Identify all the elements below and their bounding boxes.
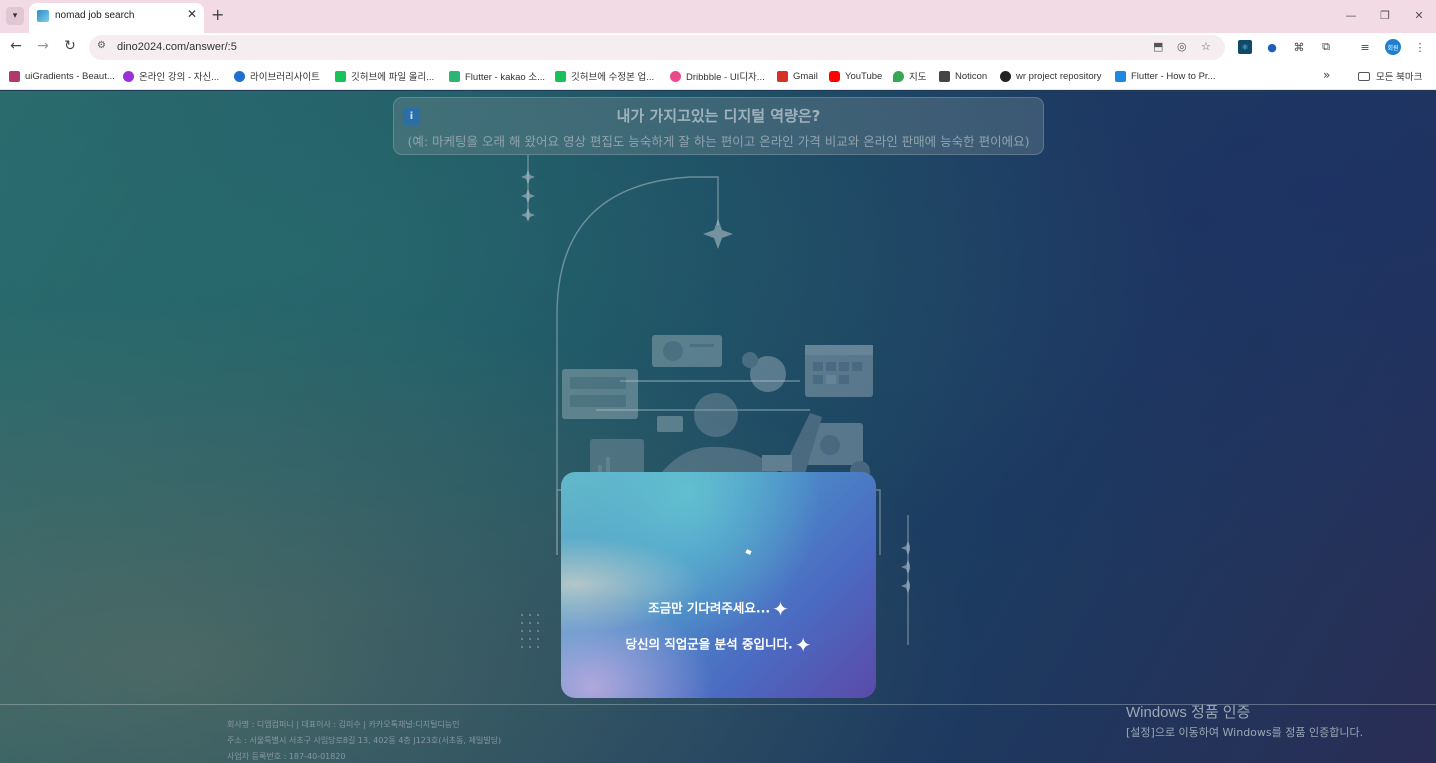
bookmark-item[interactable]: YouTube	[829, 69, 882, 83]
bookmark-favicon-icon	[893, 70, 904, 82]
extensions-puzzle-icon[interactable]: ⧉	[1319, 40, 1333, 54]
menu-kebab-icon[interactable]: ⋮	[1413, 40, 1427, 54]
bookmark-favicon-icon	[234, 70, 245, 82]
folder-icon	[1358, 71, 1370, 81]
bookmark-favicon-icon	[1000, 70, 1011, 82]
window-controls: — ❐ ✕	[1334, 0, 1436, 30]
site-favicon-icon	[37, 10, 49, 22]
windows-activation-watermark: Windows 정품 인증 [설정]으로 이동하여 Windows를 정품 인증…	[1126, 701, 1363, 740]
extension-code-icon[interactable]: ⌘	[1292, 40, 1306, 54]
bookmark-label: 라이브러리사이트	[250, 72, 320, 83]
more-bookmarks-chevron-icon[interactable]: »	[1323, 68, 1330, 82]
bookmark-item[interactable]: Flutter - kakao 소...	[449, 69, 545, 83]
minimize-button[interactable]: —	[1334, 0, 1368, 30]
close-tab-icon[interactable]: ✕	[187, 7, 197, 21]
bookmark-favicon-icon	[829, 70, 840, 82]
tab-title: nomad job search	[55, 10, 135, 21]
bookmark-label: 깃허브에 수정본 업...	[571, 72, 655, 83]
bookmark-favicon-icon	[9, 70, 20, 82]
footer-company-info: 회사명 : 디엠컴퍼니 | 대표이사 : 김미수 | 카카오톡채널:디지털디능인	[227, 720, 460, 729]
bookmark-item[interactable]: Flutter - How to Pr...	[1115, 69, 1215, 83]
bookmark-label: 깃허브에 파일 올리...	[351, 72, 435, 83]
loading-analysis-text: 당신의 직업군을 분석 중입니다.	[625, 636, 793, 652]
bookmark-item[interactable]: Dribbble - UI디자...	[670, 69, 765, 83]
bookmark-item[interactable]: uiGradients - Beaut...	[9, 69, 115, 83]
url-text[interactable]: dino2024.com/answer/:5	[117, 41, 237, 53]
loading-wait-text: 조금만 기다려주세요...	[648, 600, 771, 616]
tab-strip: ▾ nomad job search ✕ + — ❐ ✕	[0, 0, 1436, 33]
bookmark-favicon-icon	[670, 70, 681, 82]
browser-toolbar: ← → ↻ ⚙ dino2024.com/answer/:5 ⬒ ◎ ☆ ⚛ ●…	[0, 33, 1436, 62]
analysis-message: 당신의 직업군을 분석 중입니다. ✦	[561, 633, 876, 657]
all-bookmarks-label: 모든 북마크	[1376, 72, 1423, 83]
active-tab[interactable]: nomad job search ✕	[29, 3, 204, 33]
loading-spinner-icon	[745, 549, 752, 555]
tab-search-button[interactable]: ▾	[6, 7, 24, 25]
forward-button[interactable]: →	[33, 38, 53, 54]
site-info-icon[interactable]: ⚙	[97, 40, 106, 51]
bookmark-label: YouTube	[845, 70, 883, 82]
sparkle-icon: ✦	[794, 633, 812, 657]
question-example: (예: 마케팅을 오래 해 왔어요 영상 편집도 능숙하게 잘 하는 편이고 온…	[407, 134, 1030, 149]
sparkle-icon: ✦	[772, 597, 789, 621]
loading-message: 조금만 기다려주세요... ✦	[561, 597, 876, 621]
bookmark-label: wr project repository	[1016, 70, 1102, 82]
bookmark-label: 지도	[909, 72, 927, 83]
bookmark-favicon-icon	[449, 70, 460, 82]
bookmark-star-icon[interactable]: ☆	[1201, 40, 1211, 53]
footer-business-number: 사업자 등록번호 : 187-40-01820	[227, 752, 346, 761]
restore-button[interactable]: ❐	[1368, 0, 1402, 30]
watermark-title: Windows 정품 인증	[1126, 704, 1251, 721]
tracking-eye-off-icon[interactable]: ◎	[1177, 40, 1187, 53]
bookmark-favicon-icon	[777, 70, 788, 82]
reload-button[interactable]: ↻	[60, 38, 80, 54]
page-content: i 내가 가지고있는 디지털 역량은? (예: 마케팅을 오래 해 왔어요 영상…	[0, 91, 1436, 763]
close-window-button[interactable]: ✕	[1402, 0, 1436, 30]
extension-globe-icon[interactable]: ●	[1265, 40, 1279, 54]
bookmark-item[interactable]: wr project repository	[1000, 69, 1102, 83]
bookmark-label: Gmail	[793, 70, 818, 82]
watermark-subtitle: [설정]으로 이동하여 Windows를 정품 인증합니다.	[1126, 726, 1364, 739]
bookmark-item[interactable]: 깃허브에 수정본 업...	[555, 69, 654, 83]
bookmark-favicon-icon	[123, 70, 134, 82]
bookmark-item[interactable]: 라이브러리사이트	[234, 69, 320, 83]
all-bookmarks-folder[interactable]: 모든 북마크	[1358, 69, 1422, 83]
new-tab-button[interactable]: +	[211, 5, 224, 24]
back-button[interactable]: ←	[6, 38, 26, 54]
bookmark-label: 온라인 강의 - 자신...	[139, 72, 220, 83]
site-footer: 회사명 : 디엠컴퍼니 | 대표이사 : 김미수 | 카카오톡채널:디지털디능인…	[227, 717, 501, 763]
profile-avatar[interactable]: 회원	[1385, 39, 1401, 55]
question-title: 내가 가지고있는 디지털 역량은?	[616, 107, 821, 125]
loading-card: 조금만 기다려주세요... ✦ 당신의 직업군을 분석 중입니다. ✦	[561, 472, 876, 698]
bookmark-item[interactable]: Gmail	[777, 69, 818, 83]
bookmark-item[interactable]: 깃허브에 파일 올리...	[335, 69, 434, 83]
reading-list-icon[interactable]: ≡	[1358, 40, 1372, 54]
bookmark-item[interactable]: 온라인 강의 - 자신...	[123, 69, 219, 83]
extension-react-icon[interactable]: ⚛	[1238, 40, 1252, 54]
bookmark-favicon-icon	[939, 70, 950, 82]
bookmark-label: Noticon	[955, 70, 988, 82]
bookmark-item[interactable]: 지도	[893, 69, 926, 83]
question-panel: i 내가 가지고있는 디지털 역량은? (예: 마케팅을 오래 해 왔어요 영상…	[393, 97, 1044, 155]
bookmark-favicon-icon	[555, 70, 566, 82]
footer-address: 주소 : 서울특별시 서초구 사임당로8길 13, 402동 4층 J123호(…	[227, 736, 502, 745]
bookmarks-bar: uiGradients - Beaut... 온라인 강의 - 자신... 라이…	[0, 62, 1436, 90]
bookmark-favicon-icon	[335, 70, 346, 82]
bookmark-label: Flutter - kakao 소...	[465, 72, 546, 83]
bookmark-label: uiGradients - Beaut...	[25, 70, 115, 82]
bookmark-label: Flutter - How to Pr...	[1131, 70, 1216, 82]
bookmark-favicon-icon	[1115, 70, 1126, 82]
install-app-icon[interactable]: ⬒	[1153, 40, 1163, 53]
address-bar[interactable]: ⚙ dino2024.com/answer/:5 ⬒ ◎ ☆	[89, 35, 1225, 60]
bookmark-label: Dribbble - UI디자...	[686, 72, 765, 83]
bookmark-item[interactable]: Noticon	[939, 69, 987, 83]
